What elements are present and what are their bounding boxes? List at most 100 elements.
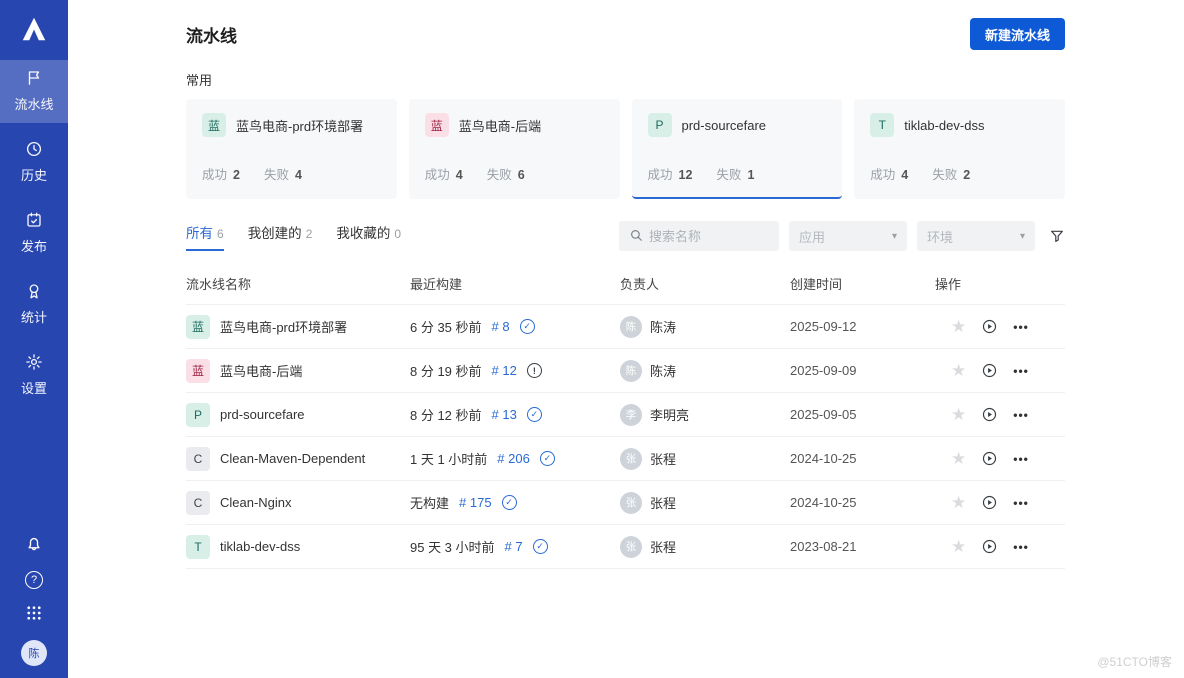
- sidebar-item-release[interactable]: 发布: [0, 202, 68, 265]
- pipeline-badge: 蓝: [186, 359, 210, 383]
- success-stat: 成功2: [202, 164, 240, 183]
- pipeline-card[interactable]: T tiklab-dev-dss 成功4 失败2: [854, 99, 1065, 199]
- build-time: 8 分 12 秒前: [410, 405, 482, 424]
- owner-name: 陈涛: [650, 361, 676, 380]
- gear-icon: [25, 353, 43, 374]
- build-number-link[interactable]: # 13: [492, 407, 517, 422]
- favorite-star-icon[interactable]: ★: [951, 406, 966, 423]
- env-select[interactable]: 环境 ▾: [917, 221, 1035, 251]
- run-pipeline-icon[interactable]: [981, 406, 998, 423]
- more-actions-icon[interactable]: •••: [1013, 496, 1029, 510]
- pipeline-name[interactable]: Clean-Nginx: [220, 495, 292, 510]
- build-number-link[interactable]: # 12: [492, 363, 517, 378]
- bell-icon[interactable]: [25, 535, 43, 556]
- pipeline-badge: P: [648, 113, 672, 137]
- list-tabs: 所有 6 我创建的 2 我收藏的 0: [186, 222, 401, 251]
- owner-avatar: 陈: [620, 360, 642, 382]
- tab-created-by-me[interactable]: 我创建的 2: [248, 222, 313, 251]
- sidebar-item-label: 设置: [21, 378, 47, 397]
- run-pipeline-icon[interactable]: [981, 318, 998, 335]
- col-header-last-build: 最近构建: [410, 274, 620, 293]
- more-actions-icon[interactable]: •••: [1013, 452, 1029, 466]
- pipeline-badge: T: [186, 535, 210, 559]
- new-pipeline-button[interactable]: 新建流水线: [970, 18, 1065, 50]
- pipeline-name[interactable]: prd-sourcefare: [220, 407, 305, 422]
- pipeline-table: 流水线名称 最近构建 负责人 创建时间 操作 蓝 蓝鸟电商-prd环境部署 6 …: [186, 263, 1065, 569]
- pipeline-badge: T: [870, 113, 894, 137]
- favorite-star-icon[interactable]: ★: [951, 538, 966, 555]
- more-actions-icon[interactable]: •••: [1013, 320, 1029, 334]
- pipeline-name[interactable]: 蓝鸟电商-prd环境部署: [220, 317, 347, 336]
- sidebar-item-settings[interactable]: 设置: [0, 344, 68, 407]
- sidebar-item-label: 流水线: [14, 94, 53, 113]
- sidebar-nav: 流水线 历史 发布 统计: [0, 60, 68, 415]
- table-row[interactable]: 蓝 蓝鸟电商-后端 8 分 19 秒前 # 12 ! 陈 陈涛 2025-09-…: [186, 349, 1065, 393]
- build-time: 95 天 3 小时前: [410, 537, 495, 556]
- pipeline-name[interactable]: 蓝鸟电商-后端: [220, 361, 302, 380]
- tab-favorites[interactable]: 我收藏的 0: [336, 222, 401, 251]
- sidebar-item-pipeline[interactable]: 流水线: [0, 60, 68, 123]
- fail-stat: 失败2: [932, 164, 970, 183]
- env-select-value: 环境: [927, 227, 953, 246]
- run-pipeline-icon[interactable]: [981, 362, 998, 379]
- table-row[interactable]: P prd-sourcefare 8 分 12 秒前 # 13 ✓ 李 李明亮 …: [186, 393, 1065, 437]
- more-actions-icon[interactable]: •••: [1013, 408, 1029, 422]
- favorite-star-icon[interactable]: ★: [951, 494, 966, 511]
- build-status-icon: ✓: [502, 495, 517, 510]
- col-header-name: 流水线名称: [186, 274, 410, 293]
- created-date: 2023-08-21: [790, 539, 935, 554]
- build-status-icon: !: [527, 363, 542, 378]
- pipeline-badge: 蓝: [425, 113, 449, 137]
- favorite-star-icon[interactable]: ★: [951, 450, 966, 467]
- search-input[interactable]: [649, 229, 769, 244]
- owner-name: 张程: [650, 449, 676, 468]
- run-pipeline-icon[interactable]: [981, 450, 998, 467]
- build-time: 1 天 1 小时前: [410, 449, 487, 468]
- pipeline-badge: C: [186, 491, 210, 515]
- pipeline-flag-icon: [25, 69, 43, 90]
- help-icon[interactable]: ?: [25, 571, 43, 589]
- created-date: 2025-09-09: [790, 363, 935, 378]
- build-number-link[interactable]: # 175: [459, 495, 492, 510]
- pipeline-badge: C: [186, 447, 210, 471]
- table-row[interactable]: T tiklab-dev-dss 95 天 3 小时前 # 7 ✓ 张 张程 2…: [186, 525, 1065, 569]
- logo-icon: [19, 14, 49, 47]
- build-number-link[interactable]: # 7: [505, 539, 523, 554]
- build-number-link[interactable]: # 206: [497, 451, 530, 466]
- tab-all[interactable]: 所有 6: [186, 222, 224, 251]
- app-select[interactable]: 应用 ▾: [789, 221, 907, 251]
- sidebar-item-label: 统计: [21, 307, 47, 326]
- build-number-link[interactable]: # 8: [492, 319, 510, 334]
- favorite-star-icon[interactable]: ★: [951, 362, 966, 379]
- calendar-check-icon: [25, 211, 43, 232]
- sidebar-item-history[interactable]: 历史: [0, 131, 68, 194]
- table-row[interactable]: C Clean-Maven-Dependent 1 天 1 小时前 # 206 …: [186, 437, 1065, 481]
- table-row[interactable]: C Clean-Nginx 无构建 # 175 ✓ 张 张程 2024-10-2…: [186, 481, 1065, 525]
- owner-name: 张程: [650, 537, 676, 556]
- pipeline-name[interactable]: tiklab-dev-dss: [220, 539, 300, 554]
- pipeline-name[interactable]: Clean-Maven-Dependent: [220, 451, 365, 466]
- page-title: 流水线: [186, 22, 237, 47]
- table-row[interactable]: 蓝 蓝鸟电商-prd环境部署 6 分 35 秒前 # 8 ✓ 陈 陈涛 2025…: [186, 305, 1065, 349]
- created-date: 2024-10-25: [790, 451, 935, 466]
- tab-count: 2: [306, 227, 313, 241]
- success-stat: 成功4: [425, 164, 463, 183]
- more-actions-icon[interactable]: •••: [1013, 540, 1029, 554]
- fail-stat: 失败6: [487, 164, 525, 183]
- more-actions-icon[interactable]: •••: [1013, 364, 1029, 378]
- user-avatar[interactable]: 陈: [21, 640, 47, 666]
- pipeline-card[interactable]: 蓝 蓝鸟电商-prd环境部署 成功2 失败4: [186, 99, 397, 199]
- tab-count: 6: [217, 227, 224, 241]
- apps-grid-icon[interactable]: [25, 604, 43, 625]
- run-pipeline-icon[interactable]: [981, 538, 998, 555]
- sidebar: 流水线 历史 发布 统计: [0, 0, 68, 678]
- sidebar-item-stats[interactable]: 统计: [0, 273, 68, 336]
- success-stat: 成功12: [648, 164, 693, 183]
- filter-icon[interactable]: [1049, 228, 1065, 244]
- build-time: 8 分 19 秒前: [410, 361, 482, 380]
- build-time: 6 分 35 秒前: [410, 317, 482, 336]
- pipeline-card[interactable]: 蓝 蓝鸟电商-后端 成功4 失败6: [409, 99, 620, 199]
- pipeline-card[interactable]: P prd-sourcefare 成功12 失败1: [632, 99, 843, 199]
- favorite-star-icon[interactable]: ★: [951, 318, 966, 335]
- run-pipeline-icon[interactable]: [981, 494, 998, 511]
